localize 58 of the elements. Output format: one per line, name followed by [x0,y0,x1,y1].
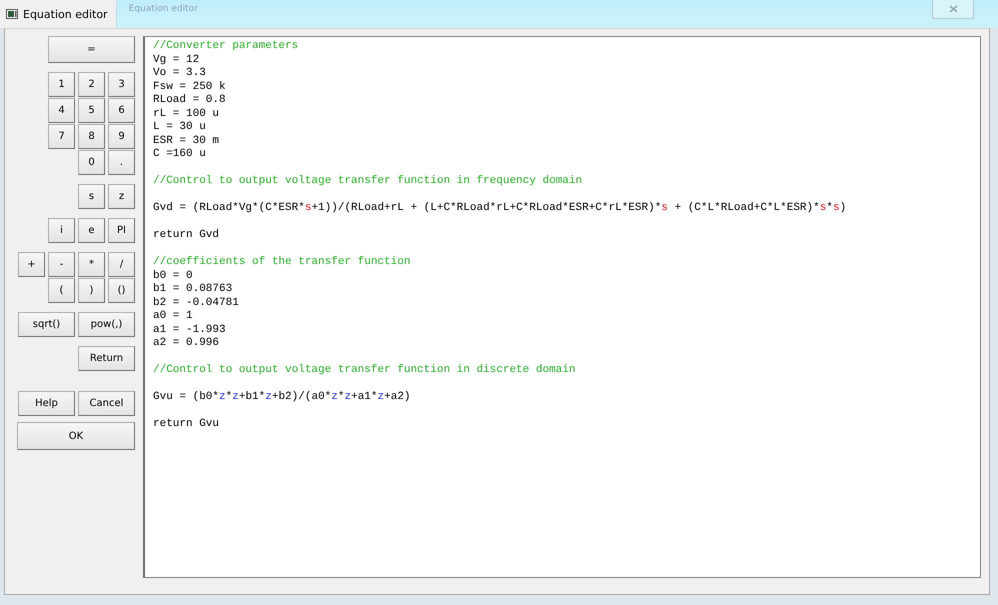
keypad-button[interactable]: () [108,278,135,303]
code-line: a2 = 0.996 [153,337,220,350]
keypad-button[interactable]: 8 [78,124,105,149]
code-line: Vg = 12 [153,54,200,67]
keypad-button[interactable]: * [78,252,105,277]
keypad-button[interactable]: ) [78,278,105,303]
code-line: RLoad = 0.8 [153,94,226,108]
code-line: Gvd = (RLoad*Vg*(C*ESR*s+1))/(RLoad+rL + (L+C*RLoad*rL+C*RLoad*ESR+C*rL*ESR)*s + (C*L*RLoad+C*L*ESR)*s*s) [153,202,846,216]
keypad-button[interactable]: ( [48,278,75,303]
code-comment: //Converter parameters [153,40,298,54]
keypad-button[interactable]: 3 [108,72,135,97]
window-caption: Equation editor [128,3,199,16]
keypad-button[interactable]: s [78,184,105,209]
code-line: ESR = 30 m [153,134,220,148]
keypad-button[interactable]: 4 [48,98,75,123]
close-button[interactable] [932,0,974,19]
keypad-button[interactable]: OK [17,422,135,450]
code-comment: //Control to output voltage transfer function in frequency domain [153,175,582,188]
code-line: a0 = 1 [153,310,193,324]
keypad-button[interactable]: / [108,252,135,277]
keypad-button[interactable]: . [108,150,135,175]
code-line: L = 30 u [153,121,206,134]
keypad-button[interactable]: 1 [48,72,75,97]
keypad-button[interactable]: - [48,252,75,277]
keypad-button[interactable]: Help [18,391,75,416]
code-line: Vo = 3.3 [153,67,206,80]
keypad-button[interactable]: sqrt() [18,312,75,337]
code-comment: //coefficients of the transfer function [153,256,410,270]
keypad-button[interactable]: i [48,218,75,243]
code-editor[interactable] [143,36,981,578]
keypad-button[interactable]: 6 [108,98,135,123]
keypad-button[interactable]: pow(,) [78,312,135,337]
code-line: b0 = 0 [153,270,193,283]
code-line: a1 = -1.993 [153,324,226,337]
code-comment: //Control to output voltage transfer function in discrete domain [153,364,576,378]
code-line: b2 = -0.04781 [153,296,239,310]
code-line: rL = 100 u [153,108,220,121]
keypad-button[interactable]: z [108,184,135,209]
app-icon [6,9,18,19]
code-line: C =160 u [153,148,206,162]
close-icon [948,5,958,13]
keypad-button[interactable]: 9 [108,124,135,149]
keypad-button[interactable]: 0 [78,150,105,175]
keypad-button[interactable]: 5 [78,98,105,123]
keypad-button[interactable]: Cancel [78,391,135,416]
window-title: Equation editor [23,8,108,20]
keypad-button[interactable]: Return [78,346,135,371]
code-line: Fsw = 250 k [153,80,226,94]
code-line: return Gvd [153,229,220,242]
code-line: return Gvu [153,418,220,432]
keypad-button[interactable]: 2 [78,72,105,97]
keypad-button[interactable]: e [78,218,105,243]
keypad-button[interactable]: + [18,252,45,277]
keypad-button[interactable]: 7 [48,124,75,149]
keypad-button[interactable]: PI [108,218,135,243]
code-line: Gvu = (b0*z*z+b1*z+b2)/(a0*z*z+a1*z+a2) [153,391,411,404]
keypad-button[interactable]: = [48,36,135,63]
code-line: b1 = 0.08763 [153,283,232,296]
